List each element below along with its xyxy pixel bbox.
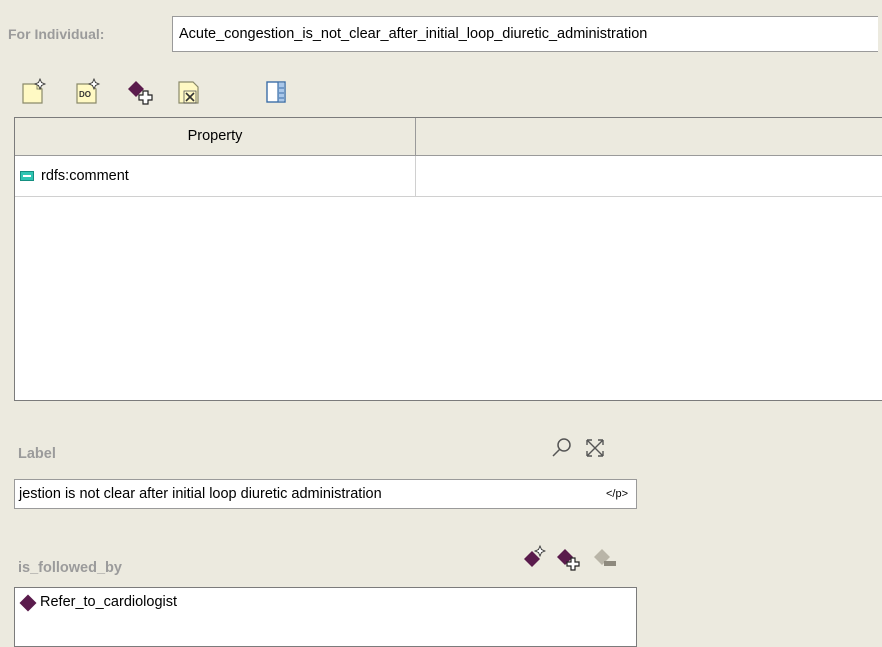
list-item-label: Refer_to_cardiologist [40, 594, 178, 610]
column-header-value[interactable] [416, 118, 882, 155]
create-property-icon[interactable] [20, 77, 48, 106]
annotation-property-icon [20, 171, 34, 181]
add-value-icon[interactable] [126, 78, 154, 106]
property-name: rdfs:comment [41, 168, 129, 184]
followed-by-list[interactable]: Refer_to_cardiologist [14, 587, 637, 647]
create-instance-icon[interactable] [522, 544, 547, 569]
search-icon[interactable] [551, 437, 573, 459]
label-language-tag: </p> [605, 488, 628, 500]
instance-icon [19, 594, 37, 612]
remove-instance-icon[interactable] [592, 545, 618, 571]
property-table: Property rdfs:comment [14, 117, 882, 401]
column-header-property[interactable]: Property [15, 118, 416, 155]
create-datatype-property-icon[interactable]: DO [74, 77, 102, 106]
close-icon[interactable] [584, 437, 606, 459]
followed-section-title: is_followed_by [18, 560, 122, 576]
label-value-field[interactable]: jestion is not clear after initial loop … [14, 479, 637, 509]
svg-text:DO: DO [79, 90, 91, 99]
individual-name-field[interactable]: Acute_congestion_is_not_clear_after_init… [172, 16, 878, 52]
table-row[interactable]: rdfs:comment [15, 156, 882, 197]
add-instance-icon[interactable] [555, 545, 581, 571]
view-columns-icon[interactable] [263, 78, 291, 106]
label-section-title: Label [18, 446, 56, 462]
delete-value-icon[interactable] [176, 78, 204, 106]
for-individual-label: For Individual: [8, 26, 105, 42]
property-toolbar: DO [0, 70, 882, 110]
table-cell-property[interactable]: rdfs:comment [15, 156, 416, 196]
table-header: Property [15, 118, 882, 156]
label-text: jestion is not clear after initial loop … [19, 486, 382, 502]
